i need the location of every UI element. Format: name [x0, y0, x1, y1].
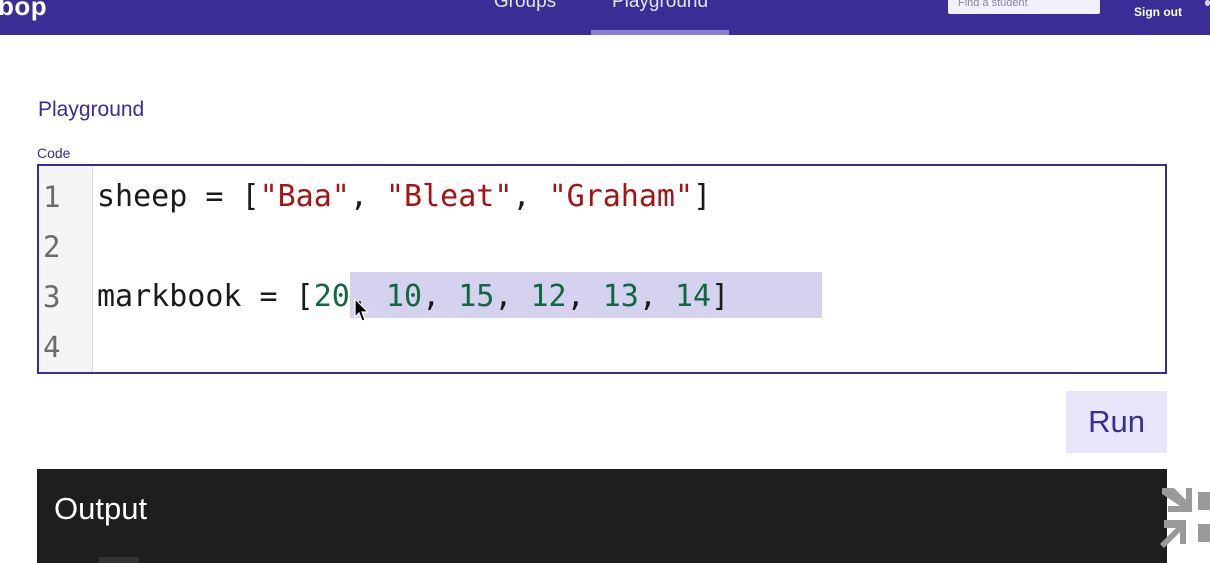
- line-number-gutter: 1 2 3 4: [39, 166, 93, 372]
- output-title: Output: [54, 491, 148, 526]
- code-line-3[interactable]: markbook = [20, 10, 15, 12, 13, 14]: [97, 272, 729, 322]
- code-number: 10: [386, 279, 423, 314]
- code-token: = [: [241, 279, 314, 314]
- code-number: 13: [602, 279, 639, 314]
- menu-icon[interactable]: [1205, 0, 1210, 6]
- code-line-1[interactable]: sheep = ["Baa", "Bleat", "Graham"]: [97, 172, 711, 222]
- top-nav-bar: bop Groups Playground Sign out: [0, 0, 1210, 35]
- code-token: ,: [494, 279, 531, 314]
- line-number: 4: [43, 330, 61, 364]
- line-number: 1: [43, 180, 61, 214]
- line-number: 2: [43, 230, 61, 264]
- code-string: "Baa": [259, 179, 350, 214]
- code-label: Code: [37, 145, 71, 161]
- code-token: sheep: [97, 179, 188, 214]
- code-token: ,: [566, 279, 603, 314]
- code-token: ]: [711, 279, 730, 314]
- code-token: ,: [349, 179, 386, 214]
- search-student-input[interactable]: [948, 0, 1100, 14]
- code-number: 20: [313, 279, 350, 314]
- code-number: 15: [458, 279, 495, 314]
- line-number: 3: [43, 280, 61, 314]
- active-tab-indicator: [591, 30, 729, 35]
- code-token: ]: [693, 179, 712, 214]
- code-string: "Bleat": [386, 179, 513, 214]
- code-token: ,: [422, 279, 459, 314]
- app-logo[interactable]: bop: [0, 0, 47, 22]
- output-content: [99, 557, 139, 563]
- code-token: markbook: [97, 279, 242, 314]
- code-number: 12: [530, 279, 567, 314]
- code-token: = [: [187, 179, 260, 214]
- tab-groups[interactable]: Groups: [470, 0, 580, 35]
- tab-playground[interactable]: Playground: [591, 0, 729, 35]
- collapse-arrows-icon[interactable]: [1158, 484, 1210, 556]
- sign-out-button[interactable]: Sign out: [1122, 5, 1194, 19]
- tab-playground-label: Playground: [611, 0, 709, 12]
- output-panel: Output: [37, 469, 1167, 563]
- code-editor[interactable]: 1 2 3 4 sheep = ["Baa", "Bleat", "Graham…: [37, 164, 1167, 374]
- code-number: 14: [675, 279, 712, 314]
- run-button[interactable]: Run: [1066, 391, 1167, 453]
- code-token: ,: [638, 279, 675, 314]
- mouse-pointer-icon: [354, 298, 370, 322]
- page-title: Playground: [38, 98, 145, 121]
- code-string: "Graham": [548, 179, 694, 214]
- code-token: ,: [512, 179, 549, 214]
